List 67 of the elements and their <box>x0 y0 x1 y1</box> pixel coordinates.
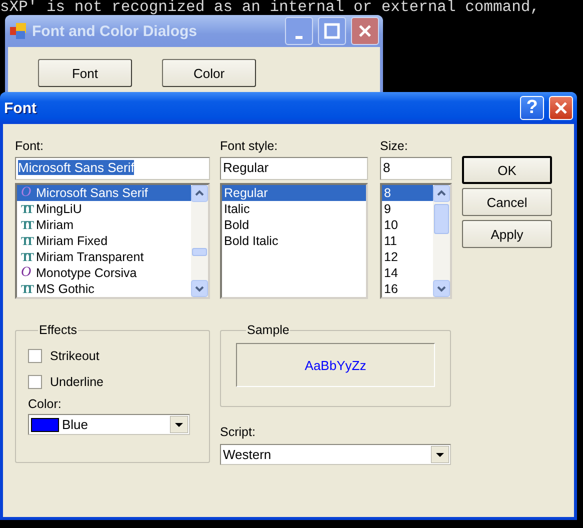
script-dropdown[interactable]: Western <box>220 444 451 465</box>
window-title: Font and Color Dialogs <box>32 22 198 40</box>
dropdown-arrow-icon[interactable] <box>431 446 449 463</box>
dropdown-arrow-icon[interactable] <box>170 416 188 433</box>
maximize-icon <box>324 23 340 39</box>
help-button[interactable]: ? <box>520 96 544 120</box>
truetype-font-icon: TT <box>19 234 33 248</box>
truetype-font-icon: TT <box>19 218 33 232</box>
list-item[interactable]: 8 <box>382 185 433 201</box>
field-label: Font style: <box>220 139 279 155</box>
list-item[interactable]: TT MingLiU <box>17 201 191 217</box>
dialog-button[interactable]: Font <box>38 59 132 87</box>
checkbox[interactable] <box>28 349 42 363</box>
truetype-font-icon: TT <box>19 250 33 264</box>
list-item[interactable]: 12 <box>382 249 433 265</box>
minimize-icon <box>295 36 303 39</box>
scrollbar-thumb[interactable] <box>192 248 207 256</box>
app-icon <box>9 22 27 40</box>
list-item[interactable]: 11 <box>382 233 433 249</box>
opentype-font-icon: O <box>19 186 33 200</box>
font-style-field[interactable]: Regular <box>220 157 368 180</box>
font-size-field[interactable]: 8 <box>380 157 452 180</box>
field-label: Script: <box>220 425 256 441</box>
scroll-up-button <box>191 185 208 202</box>
close-icon <box>358 24 372 38</box>
scroll-down-button <box>433 280 450 297</box>
list-item[interactable]: Bold Italic <box>222 233 366 249</box>
list-item[interactable]: TT Miriam <box>17 217 191 233</box>
scroll-down-button <box>191 280 208 297</box>
list-item[interactable]: Italic <box>222 201 366 217</box>
checkbox-label: Strikeout <box>50 349 100 363</box>
truetype-font-icon: TT <box>19 202 33 216</box>
list-item[interactable]: TT Miriam Fixed <box>17 233 191 249</box>
checkbox-label: Underline <box>50 375 104 389</box>
list-item[interactable]: 14 <box>382 265 433 281</box>
field-label: Font: <box>15 139 44 155</box>
font-style-list[interactable]: Regular Italic Bold Bold Italic <box>220 183 368 299</box>
dialog-button[interactable]: OK <box>462 156 552 184</box>
font-name-list[interactable]: O Microsoft Sans Serif TT MingLiU TT Miriam TT Miriam Fixed TT Miriam Transparent O Monotype Corsiva TT MS Gothic <box>15 183 210 299</box>
checkbox[interactable] <box>28 375 42 389</box>
list-item[interactable]: TT MS Gothic <box>17 281 191 297</box>
group-title: Sample <box>246 323 290 337</box>
truetype-font-icon: TT <box>19 282 33 296</box>
list-item[interactable]: 10 <box>382 217 433 233</box>
scrollbar-thumb[interactable] <box>434 204 449 234</box>
list-item[interactable]: O Monotype Corsiva <box>17 265 191 281</box>
window-title: Font <box>4 100 38 116</box>
close-icon <box>554 101 568 115</box>
list-item[interactable]: Bold <box>222 217 366 233</box>
console-text: sXP' is not recognized as an internal or external command, <box>0 0 540 14</box>
color-dropdown[interactable]: Blue <box>28 414 190 435</box>
scroll-up-button <box>433 185 450 202</box>
dialog-button[interactable]: Apply <box>462 220 552 248</box>
list-item[interactable]: Regular <box>222 185 366 201</box>
font-size-list[interactable]: 8 9 10 11 12 14 16 <box>380 183 452 299</box>
list-item[interactable]: TT Miriam Transparent <box>17 249 191 265</box>
group-title: Effects <box>38 323 78 337</box>
sample-text: AaBbYyZz <box>304 358 366 372</box>
font-name-field[interactable]: Microsoft Sans Serif <box>15 157 210 180</box>
dialog-button[interactable]: Color <box>162 59 256 87</box>
field-label: Size: <box>380 139 409 155</box>
list-item[interactable]: 9 <box>382 201 433 217</box>
list-item[interactable]: O Microsoft Sans Serif <box>17 185 191 201</box>
field-label: Color: <box>28 397 62 413</box>
list-item[interactable]: 16 <box>382 281 433 297</box>
dialog-button[interactable]: Cancel <box>462 188 552 216</box>
opentype-font-icon: O <box>19 266 33 280</box>
